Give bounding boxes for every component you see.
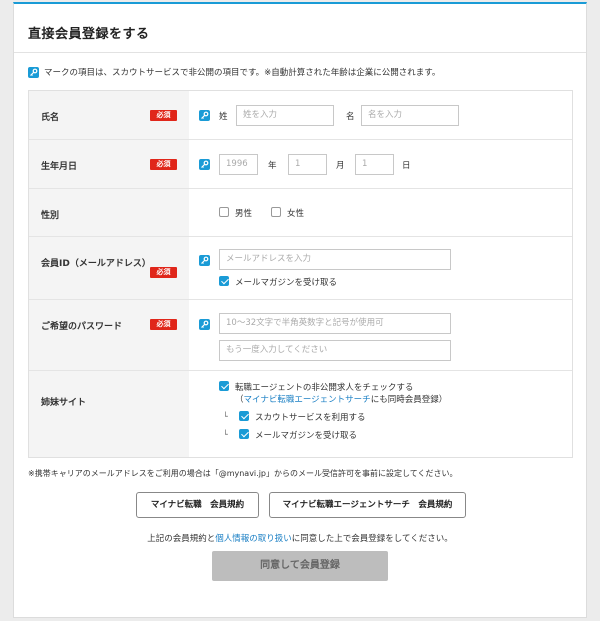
key-icon [199,255,210,266]
field-value: 男性 女性 [189,189,572,236]
branch-mark: └ [223,430,228,439]
registration-form: 氏名 必須 姓 姓を入力 名 名を入力 生年月日 必須 1996 年 1 月 1… [28,90,573,458]
tenshoku-terms-button[interactable]: マイナビ転職 会員規約 [136,492,259,518]
field-value: 10〜32文字で半角英数字と記号が使用可 もう一度入力してください [189,300,572,370]
password-confirm-input[interactable]: もう一度入力してください [219,340,451,361]
agent-search-label[interactable]: 転職エージェントの非公開求人をチェックする [235,381,413,393]
name-label: 氏名 [41,113,60,123]
required-badge: 必須 [150,159,177,170]
agree-pre: 上記の会員規約と [147,534,216,544]
email-label: 会員ID（メールアドレス） [41,259,151,269]
female-label[interactable]: 女性 [287,207,304,219]
divider [14,52,586,53]
female-checkbox[interactable] [271,207,281,217]
sister-sites-label: 姉妹サイト [41,398,87,408]
agreement-text: 上記の会員規約と個人情報の取り扱いに同意した上で会員登録をしてください。 [14,532,586,544]
male-label[interactable]: 男性 [235,207,252,219]
field-value: 姓 姓を入力 名 名を入力 [189,91,572,139]
field-label: ご希望のパスワード 必須 [29,300,189,370]
day-unit: 日 [402,161,411,171]
field-label: 性別 [29,189,189,236]
field-label: 会員ID（メールアドレス） 必須 [29,237,189,299]
required-badge: 必須 [150,267,177,278]
birthdate-label: 生年月日 [41,162,78,172]
agent-search-sub: （マイナビ転職エージェントサーチにも同時会員登録） [235,393,447,405]
private-notice: マークの項目は、スカウトサービスで非公開の項目です。※自動計算された年齢は企業に… [28,66,440,78]
row-email: 会員ID（メールアドレス） 必須 メールアドレスを入力 メールマガジンを受け取る [29,237,572,300]
row-sister-sites: 姉妹サイト 転職エージェントの非公開求人をチェックする （マイナビ転職エージェン… [29,371,572,457]
row-password: ご希望のパスワード 必須 10〜32文字で半角英数字と記号が使用可 もう一度入力… [29,300,572,371]
newsletter-label[interactable]: メールマガジンを受け取る [235,276,337,288]
year-unit: 年 [268,161,277,171]
agree-register-button[interactable]: 同意して会員登録 [212,551,388,581]
sister-magazine-label[interactable]: メールマガジンを受け取る [255,429,357,441]
birth-day-input[interactable]: 1 [355,154,394,175]
privacy-link[interactable]: 個人情報の取り扱い [215,534,292,544]
gender-label: 性別 [41,211,60,221]
birth-month-input[interactable]: 1 [288,154,327,175]
field-label: 生年月日 必須 [29,140,189,188]
agree-post: に同意した上で会員登録をしてください。 [291,534,453,544]
scout-checkbox[interactable] [239,411,249,421]
row-gender: 性別 男性 女性 [29,189,572,237]
row-name: 氏名 必須 姓 姓を入力 名 名を入力 [29,91,572,140]
required-badge: 必須 [150,319,177,330]
registration-card: 直接会員登録をする マークの項目は、スカウトサービスで非公開の項目です。※自動計… [13,2,587,618]
required-badge: 必須 [150,110,177,121]
field-value: メールアドレスを入力 メールマガジンを受け取る [189,237,572,299]
sister-magazine-checkbox[interactable] [239,429,249,439]
field-label: 姉妹サイト [29,371,189,457]
scout-label[interactable]: スカウトサービスを利用する [255,411,366,423]
email-input[interactable]: メールアドレスを入力 [219,249,451,270]
sub-paren: （ [235,395,244,405]
key-icon [199,319,210,330]
mobile-email-note: ※携帯キャリアのメールアドレスをご利用の場合は「@mynavi.jp」からのメー… [28,469,458,478]
notice-text: マークの項目は、スカウトサービスで非公開の項目です。※自動計算された年齢は企業に… [44,68,441,78]
agent-search-checkbox[interactable] [219,381,229,391]
branch-mark: └ [223,412,228,421]
sub-rest: にも同時会員登録） [370,395,448,405]
last-name-input[interactable]: 姓を入力 [236,105,334,126]
key-icon [199,159,210,170]
password-input[interactable]: 10〜32文字で半角英数字と記号が使用可 [219,313,451,334]
field-label: 氏名 必須 [29,91,189,139]
male-checkbox[interactable] [219,207,229,217]
page-title: 直接会員登録をする [28,27,150,42]
month-unit: 月 [336,161,345,171]
key-icon [28,66,39,78]
agent-search-link[interactable]: マイナビ転職エージェントサーチ [244,395,371,405]
row-birthdate: 生年月日 必須 1996 年 1 月 1 日 [29,140,572,189]
first-name-input[interactable]: 名を入力 [361,105,459,126]
field-value: 転職エージェントの非公開求人をチェックする （マイナビ転職エージェントサーチにも… [189,371,572,457]
field-value: 1996 年 1 月 1 日 [189,140,572,188]
password-label: ご希望のパスワード [41,322,123,332]
agent-search-terms-button[interactable]: マイナビ転職エージェントサーチ 会員規約 [269,492,466,518]
first-name-label: 名 [346,112,355,122]
birth-year-input[interactable]: 1996 [219,154,258,175]
last-name-label: 姓 [219,112,228,122]
key-icon [199,110,210,121]
newsletter-checkbox[interactable] [219,276,229,286]
